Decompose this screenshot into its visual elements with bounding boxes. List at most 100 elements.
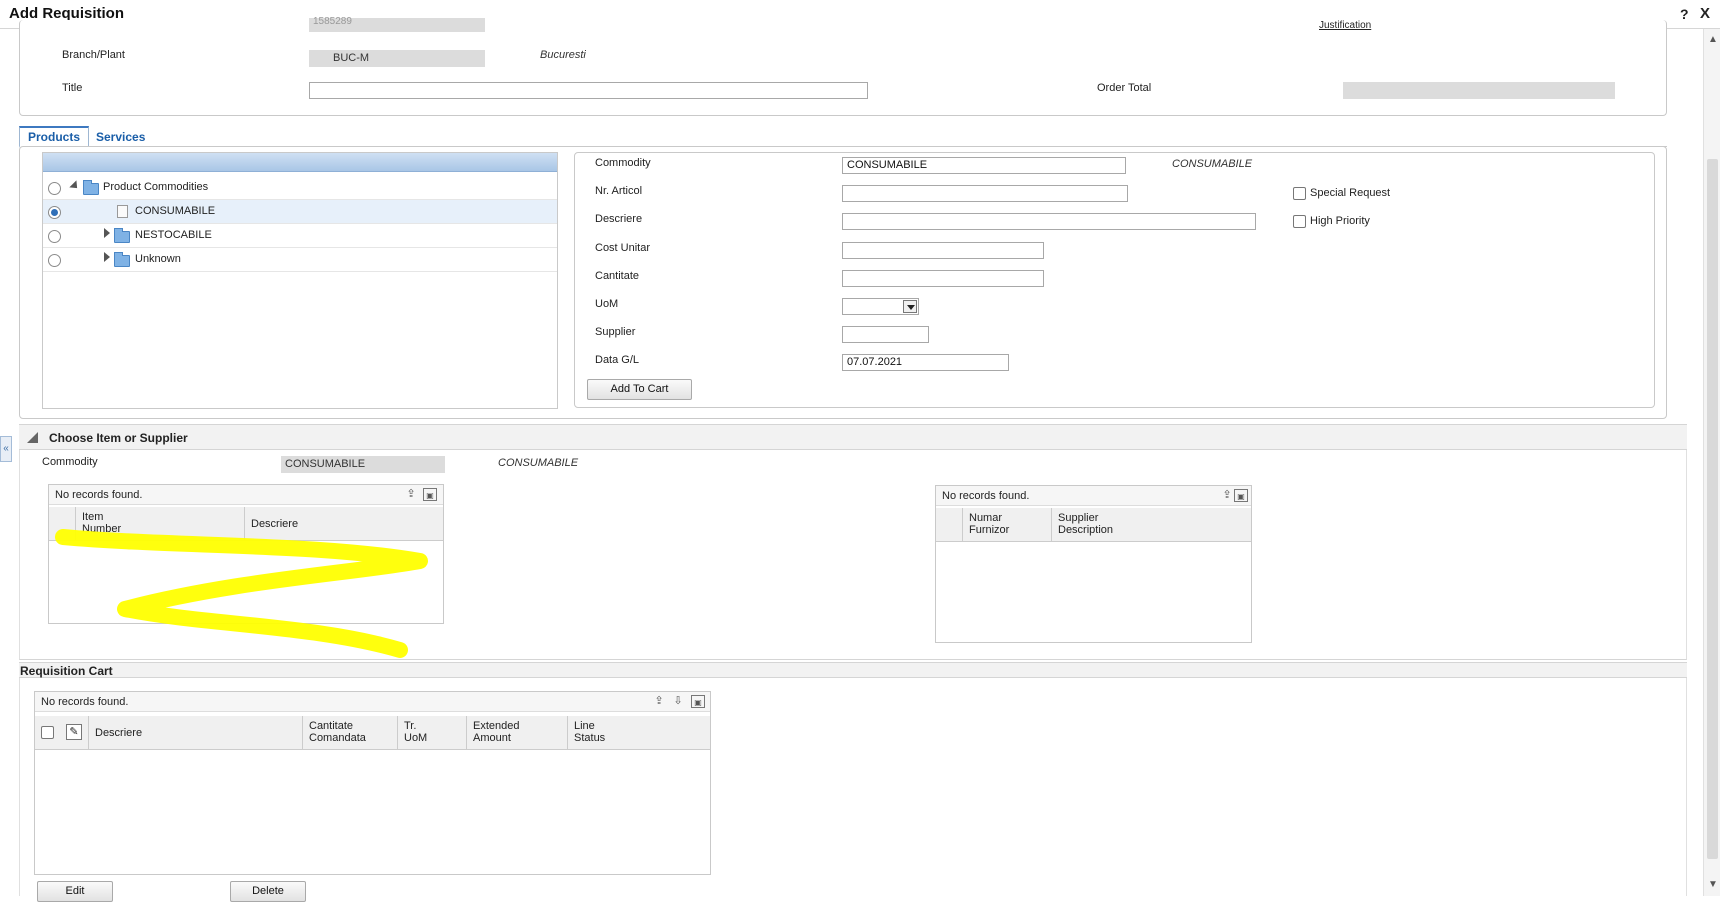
- export-icon[interactable]: ⇪: [404, 488, 418, 501]
- choose-section-header[interactable]: Choose Item or Supplier: [19, 424, 1687, 450]
- maximize-icon[interactable]: ▣: [1234, 489, 1248, 502]
- nr-articol-label: Nr. Articol: [595, 185, 643, 197]
- grid-toolbar: No records found. ⇪ ▣: [49, 485, 443, 505]
- grid-toolbar: No records found. ⇪ ▣: [936, 486, 1251, 506]
- select-all-checkbox[interactable]: [41, 726, 54, 739]
- column-header-extended-amount[interactable]: Extended Amount: [466, 716, 567, 749]
- edit-button[interactable]: Edit: [37, 881, 113, 902]
- tree-label: Product Commodities: [103, 181, 209, 193]
- uom-select[interactable]: [842, 298, 919, 315]
- special-request-checkbox[interactable]: [1293, 187, 1306, 200]
- scroll-down-icon[interactable]: ▼: [1708, 879, 1718, 890]
- side-collapse-tab[interactable]: «: [0, 436, 12, 462]
- cost-unitar-input[interactable]: [842, 242, 1044, 259]
- col-line2: Comandata: [309, 732, 366, 744]
- col-line2: Amount: [473, 732, 511, 744]
- highlighter-scribble: [55, 529, 428, 658]
- vertical-scrollbar[interactable]: ▲ ▼: [1703, 29, 1720, 896]
- chevron-down-icon[interactable]: [903, 300, 917, 313]
- commodity-input[interactable]: CONSUMABILE: [842, 157, 1126, 174]
- tree-radio[interactable]: [48, 206, 61, 219]
- delete-button[interactable]: Delete: [230, 881, 306, 902]
- commodity-label: Commodity: [595, 157, 651, 169]
- choose-commodity-description: CONSUMABILE: [498, 457, 579, 469]
- special-request-label: Special Request: [1310, 187, 1391, 199]
- attachment-icon[interactable]: ✎: [66, 724, 82, 740]
- tree-label: Unknown: [135, 253, 181, 265]
- column-header-descriere[interactable]: Descriere: [88, 716, 302, 749]
- title-input[interactable]: [309, 82, 868, 99]
- cart-section-header: Requisition Cart: [19, 662, 1687, 678]
- partial-top-field: 1585289: [309, 17, 485, 32]
- grid-header: Numar Furnizor Supplier Description: [936, 508, 1251, 542]
- data-gl-input[interactable]: 07.07.2021: [842, 354, 1009, 371]
- high-priority-checkbox[interactable]: [1293, 215, 1306, 228]
- cantitate-input[interactable]: [842, 270, 1044, 287]
- grid-status: No records found.: [55, 489, 143, 501]
- col-line1: Tr.: [404, 720, 417, 732]
- add-to-cart-button[interactable]: Add To Cart: [587, 379, 692, 400]
- column-header-tr-uom[interactable]: Tr. UoM: [397, 716, 466, 749]
- justification-link[interactable]: Justification: [1319, 20, 1371, 31]
- choose-section-title: Choose Item or Supplier: [49, 431, 188, 445]
- commodity-description: CONSUMABILE: [1172, 158, 1253, 170]
- import-icon[interactable]: ⇩: [671, 695, 685, 708]
- col-line1: Extended: [473, 720, 520, 732]
- choose-commodity-label: Commodity: [42, 456, 98, 468]
- cantitate-label: Cantitate: [595, 270, 640, 282]
- tree-row-unknown[interactable]: Unknown: [43, 248, 557, 272]
- title-label: Title: [62, 82, 83, 94]
- cart-grid: No records found. ⇪ ⇩ ▣ ✎ Descriere Cant…: [34, 691, 711, 875]
- maximize-icon[interactable]: ▣: [691, 695, 705, 708]
- tab-services[interactable]: Services: [96, 130, 145, 144]
- nr-articol-input[interactable]: [842, 185, 1128, 202]
- tree-header: [43, 153, 557, 172]
- order-total-field: [1343, 82, 1615, 99]
- tree-label: CONSUMABILE: [135, 205, 216, 217]
- tab-products[interactable]: Products: [19, 126, 90, 148]
- tree-row-consumabile[interactable]: CONSUMABILE: [43, 200, 557, 224]
- supplier-input[interactable]: [842, 326, 929, 343]
- branch-label: Branch/Plant: [62, 49, 125, 61]
- maximize-icon[interactable]: ▣: [423, 488, 437, 501]
- col-line2: Status: [574, 732, 606, 744]
- supplier-label: Supplier: [595, 326, 636, 338]
- order-total-label: Order Total: [1097, 82, 1152, 94]
- uom-label: UoM: [595, 298, 619, 310]
- column-header-supplier-description[interactable]: Supplier Description: [1051, 508, 1251, 541]
- column-header-line-status[interactable]: Line Status: [567, 716, 710, 749]
- col-line2: Furnizor: [969, 524, 1010, 536]
- tree-row-product-commodities[interactable]: Product Commodities: [43, 176, 557, 200]
- help-icon[interactable]: ?: [1680, 6, 1689, 22]
- expand-arrow-icon[interactable]: [104, 252, 110, 262]
- scrollbar-thumb[interactable]: [1707, 159, 1718, 859]
- descriere-input[interactable]: [842, 213, 1256, 230]
- grid-status: No records found.: [942, 490, 1030, 502]
- col-line1: Descriere: [95, 727, 143, 739]
- grid-toolbar: No records found. ⇪ ⇩ ▣: [35, 692, 710, 712]
- export-icon[interactable]: ⇪: [1220, 489, 1234, 502]
- tree-radio[interactable]: [48, 182, 61, 195]
- column-header-cantitate-comandata[interactable]: Cantitate Comandata: [302, 716, 397, 749]
- col-line1: Cantitate: [309, 720, 354, 732]
- close-icon[interactable]: X: [1700, 5, 1710, 22]
- col-line2: Description: [1058, 524, 1114, 536]
- descriere-label: Descriere: [595, 213, 643, 225]
- cart-section-title: Requisition Cart: [20, 664, 113, 678]
- expand-arrow-icon[interactable]: [104, 228, 110, 238]
- tree-row-nestocabile[interactable]: NESTOCABILE: [43, 224, 557, 248]
- collapse-triangle-icon[interactable]: [27, 432, 38, 443]
- tree-radio[interactable]: [48, 230, 61, 243]
- high-priority-label: High Priority: [1310, 215, 1370, 227]
- tree-radio[interactable]: [48, 254, 61, 267]
- collapse-arrow-icon[interactable]: [69, 180, 81, 192]
- folder-icon: [114, 228, 130, 243]
- col-line1: Item: [82, 511, 104, 523]
- choose-commodity-field: CONSUMABILE: [281, 456, 445, 473]
- header-panel: [19, 20, 1667, 116]
- column-header-numar-furnizor[interactable]: Numar Furnizor: [962, 508, 1051, 541]
- scroll-up-icon[interactable]: ▲: [1708, 34, 1718, 45]
- col-line2: UoM: [404, 732, 428, 744]
- export-icon[interactable]: ⇪: [652, 695, 666, 708]
- col-line1: Numar: [969, 512, 1003, 524]
